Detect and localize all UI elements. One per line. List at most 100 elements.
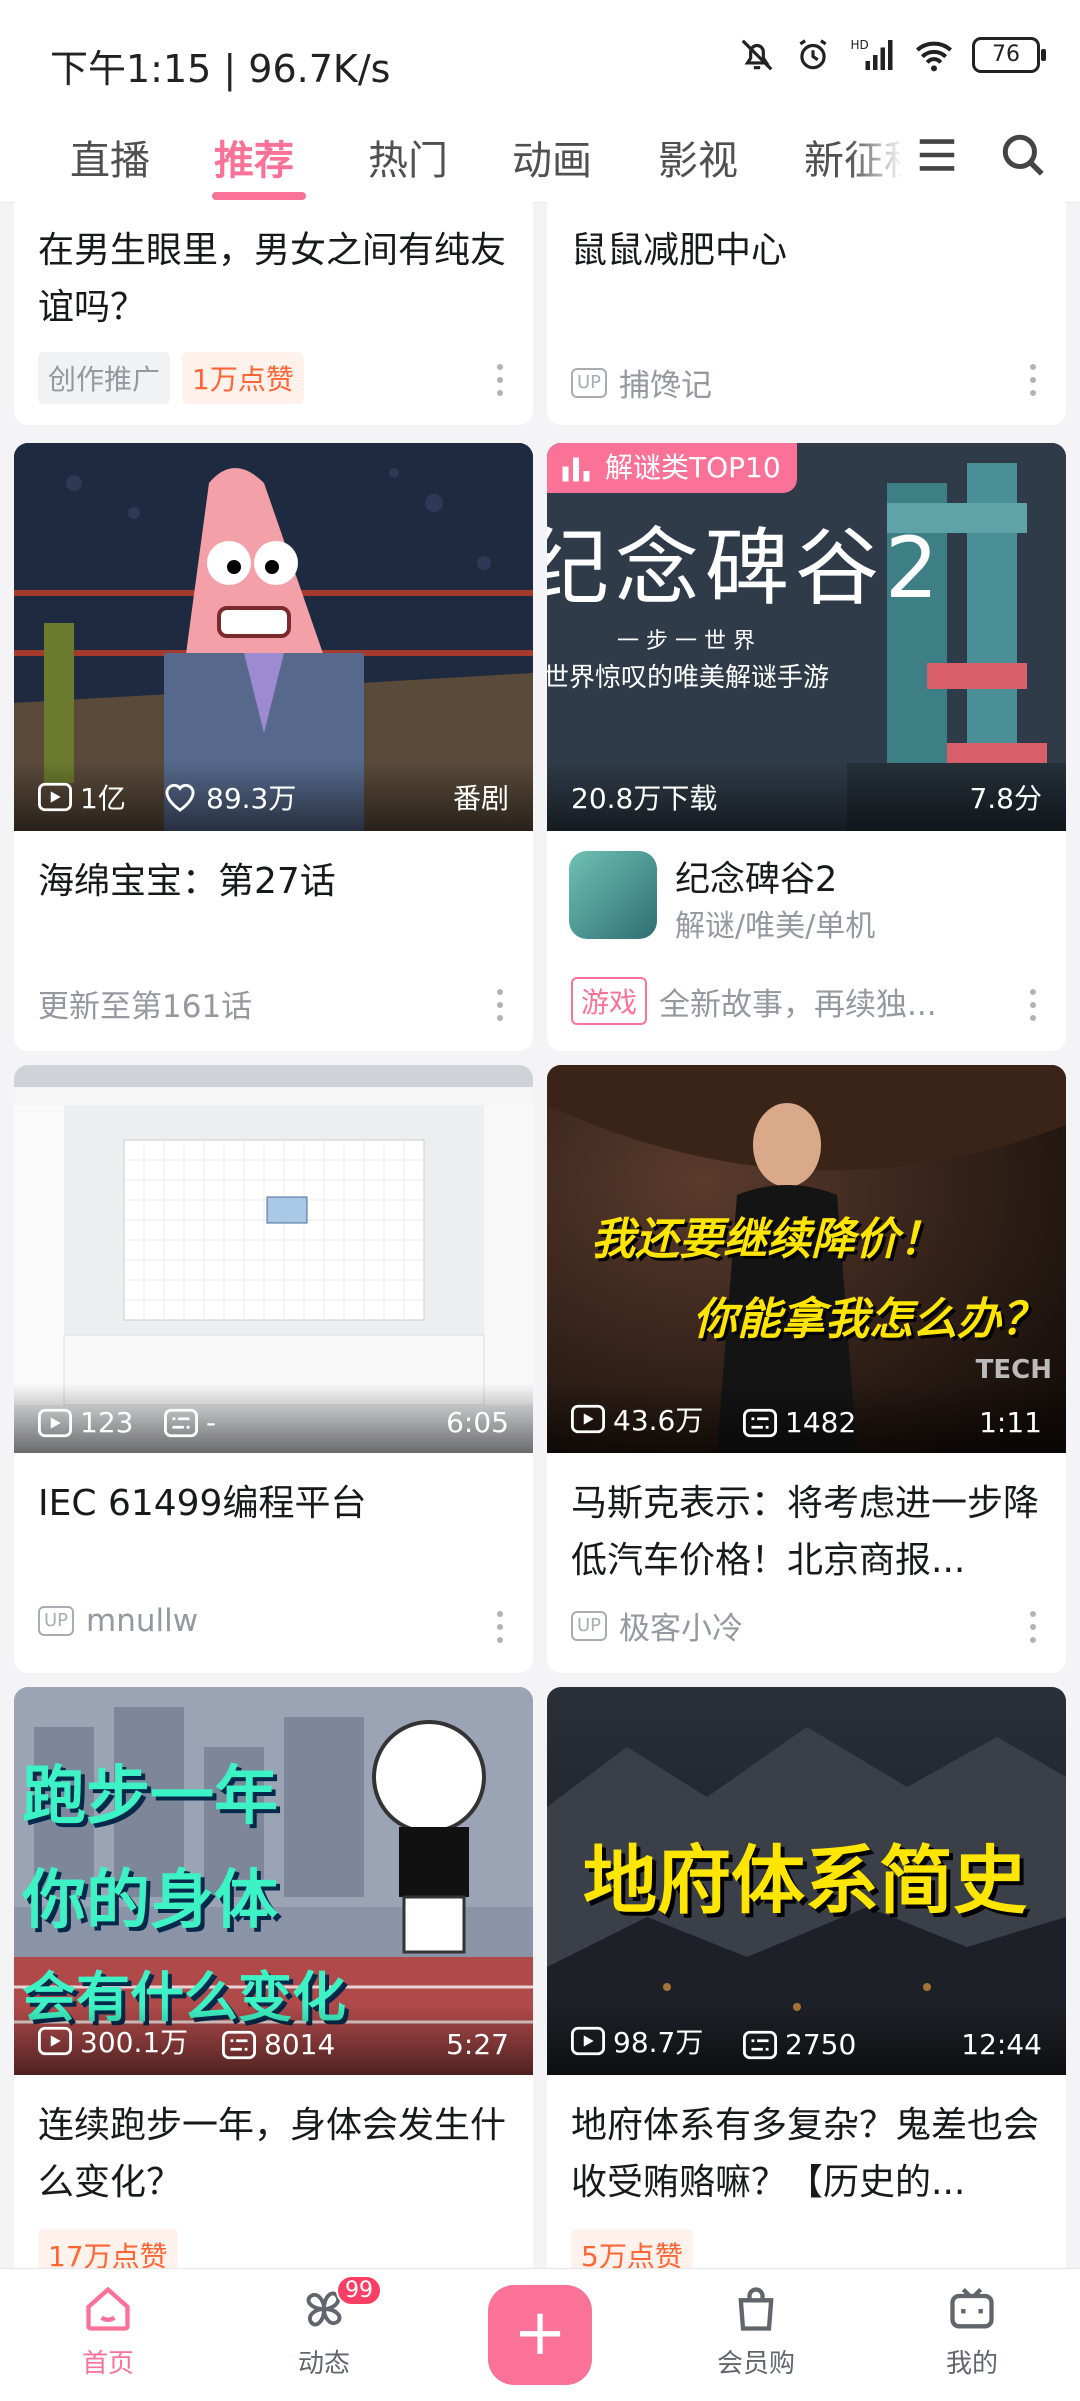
tab-live[interactable]: 直播: [70, 128, 150, 186]
wifi-icon: [916, 41, 952, 72]
game-name: 纪念碑谷2: [675, 860, 838, 900]
status-time: 下午1:15 | 96.7K/s: [50, 47, 391, 91]
video-title: 海绵宝宝：第27话: [38, 861, 336, 902]
game-score: 7.8分: [969, 782, 1042, 815]
play-count-icon: [571, 2026, 605, 2056]
video-card[interactable]: 在男生眼里，男女之间有纯友谊吗？ 创作推广 1万点赞: [14, 202, 533, 425]
author-name[interactable]: 捕馋记: [619, 360, 712, 405]
tab-anime[interactable]: 动画: [512, 128, 592, 186]
menu-icon[interactable]: [914, 132, 960, 178]
tv-icon: [950, 2287, 994, 2329]
video-title: 地府体系有多复杂？鬼差也会收受贿赂嘛？【历史的...: [571, 2105, 1039, 2203]
game-thumbnail[interactable]: 解谜类TOP10 纪念碑谷2 一 步 一 世 界 世界惊叹的唯美解谜手游 20.…: [547, 443, 1066, 831]
video-title: 鼠鼠减肥中心: [571, 230, 788, 271]
up-icon: UP: [571, 367, 608, 398]
thumb-caption-1: 跑步一年: [22, 1760, 278, 1834]
video-duration: 6:05: [446, 1406, 509, 1439]
nav-me[interactable]: 我的: [902, 2283, 1042, 2380]
game-app-icon[interactable]: [569, 851, 657, 939]
video-thumbnail[interactable]: 123 - 6:05: [14, 1065, 533, 1453]
nav-dynamic[interactable]: 99 动态: [254, 2275, 394, 2380]
danmaku-count: 8014: [264, 2028, 336, 2061]
tab-hot[interactable]: 热门: [368, 128, 448, 186]
video-duration: 1:11: [979, 1406, 1042, 1439]
likes-tag: 17万点赞: [38, 2229, 178, 2268]
game-ad-card[interactable]: 解谜类TOP10 纪念碑谷2 一 步 一 世 界 世界惊叹的唯美解谜手游 20.…: [547, 443, 1066, 1051]
author-name[interactable]: 极客小冷: [619, 1603, 743, 1648]
nav-member-shop[interactable]: 会员购: [686, 2283, 826, 2380]
card-meta: UP 极客小冷: [571, 1603, 743, 1648]
view-count: 123: [80, 1406, 134, 1439]
thumb-caption-2: 你的身体: [22, 1864, 278, 1938]
nav-home[interactable]: 首页: [38, 2283, 178, 2380]
video-card[interactable]: 跑步一年 你的身体 会有什么变化 300.1万 8014 5:27 连续跑步一年…: [14, 1687, 533, 2268]
card-meta: UP mnullw: [38, 1603, 198, 1639]
likes-tag: 1万点赞: [182, 352, 304, 404]
game-title-art: 纪念碑谷2: [547, 519, 945, 617]
notification-badge: 99: [336, 2275, 382, 2306]
video-title: 马斯克表示：将考虑进一步降低汽车价格！北京商报...: [571, 1483, 1039, 1581]
game-desc: 全新故事，再续独...: [659, 986, 937, 1023]
up-icon: UP: [38, 1606, 75, 1636]
more-options-icon[interactable]: [497, 364, 503, 396]
danmaku-count: 1482: [785, 1406, 857, 1439]
video-card[interactable]: 地府体系简史 98.7万 2750 12:44 地府体系有多复杂？鬼差也会收受贿…: [547, 1687, 1066, 2268]
video-title: 连续跑步一年，身体会发生什么变化？: [38, 2105, 507, 2203]
view-count: 300.1万: [80, 2026, 189, 2059]
tab-recommend[interactable]: 推荐: [214, 128, 294, 186]
danmaku-count: -: [206, 1406, 217, 1439]
video-duration: 5:27: [446, 2028, 509, 2061]
home-icon: [86, 2286, 130, 2331]
more-options-icon[interactable]: [1030, 364, 1036, 396]
heart-icon: [165, 783, 195, 812]
up-icon: UP: [571, 1610, 608, 1641]
view-count: 1亿: [80, 782, 126, 815]
thumb-caption: 地府体系简史: [583, 1838, 1027, 1924]
danmaku-icon: [743, 1408, 777, 1437]
game-tagline: 世界惊叹的唯美解谜手游: [547, 663, 830, 693]
upload-button[interactable]: +: [488, 2285, 592, 2385]
game-slogan: 一 步 一 世 界: [617, 629, 755, 654]
video-card[interactable]: 1亿 89.3万 番剧 海绵宝宝：第27话 更新至第161话: [14, 443, 533, 1051]
video-card[interactable]: 我还要继续降价！ 你能拿我怎么办？ TECH 43.6万 1482 1:11 马…: [547, 1065, 1066, 1673]
video-thumbnail[interactable]: 地府体系简史 98.7万 2750 12:44: [547, 1687, 1066, 2075]
play-count-icon: [38, 1408, 72, 1437]
view-count: 98.7万: [613, 2026, 704, 2059]
more-options-icon[interactable]: [497, 989, 503, 1021]
more-options-icon[interactable]: [1030, 1611, 1036, 1643]
thumb-caption-2: 你能拿我怎么办？: [693, 1294, 1045, 1345]
author-name[interactable]: mnullw: [86, 1603, 198, 1639]
video-card[interactable]: 123 - 6:05 IEC 61499编程平台 UP mnullw: [14, 1065, 533, 1673]
video-thumbnail[interactable]: 跑步一年 你的身体 会有什么变化 300.1万 8014 5:27: [14, 1687, 533, 2075]
channel-watermark: TECH: [975, 1355, 1052, 1385]
category-tabs: 直播 推荐 热门 动画 影视 新征程: [0, 120, 1080, 203]
danmaku-count: 2750: [785, 2028, 857, 2061]
danmaku-icon: [164, 1408, 198, 1437]
more-options-icon[interactable]: [497, 1611, 503, 1643]
video-thumbnail[interactable]: 1亿 89.3万 番剧: [14, 443, 533, 831]
video-thumbnail[interactable]: 我还要继续降价！ 你能拿我怎么办？ TECH 43.6万 1482 1:11: [547, 1065, 1066, 1453]
video-feed: 在男生眼里，男女之间有纯友谊吗？ 创作推广 1万点赞 鼠鼠减肥中心 UP 捕馋记: [0, 202, 1080, 2268]
tab-film[interactable]: 影视: [658, 128, 738, 186]
status-icons: HD 76: [738, 36, 1046, 74]
search-icon[interactable]: [998, 130, 1048, 180]
bottom-navigation: 首页 99 动态 + 会员购 我的: [0, 2268, 1080, 2401]
ranking-badge: 解谜类TOP10: [547, 443, 797, 493]
bangumi-label: 番剧: [452, 782, 509, 815]
card-meta: UP 捕馋记: [571, 360, 712, 405]
more-options-icon[interactable]: [1030, 989, 1036, 1021]
alarm-icon: [799, 39, 827, 70]
thumb-caption-1: 我还要继续降价！: [591, 1214, 943, 1265]
game-tag: 游戏: [571, 977, 648, 1025]
battery-indicator: 76: [972, 37, 1046, 73]
download-count: 20.8万下载: [571, 782, 718, 815]
play-count-icon: [571, 1404, 605, 1434]
play-count-icon: [38, 2026, 72, 2056]
danmaku-icon: [743, 2030, 777, 2059]
card-meta: 5万点赞: [571, 2229, 693, 2268]
card-tags: 创作推广 1万点赞: [38, 352, 304, 404]
card-meta: 游戏 全新故事，再续独...: [571, 977, 937, 1025]
video-card[interactable]: 鼠鼠减肥中心 UP 捕馋记: [547, 202, 1066, 425]
video-duration: 12:44: [961, 2028, 1042, 2061]
video-title: 在男生眼里，男女之间有纯友谊吗？: [38, 230, 507, 328]
